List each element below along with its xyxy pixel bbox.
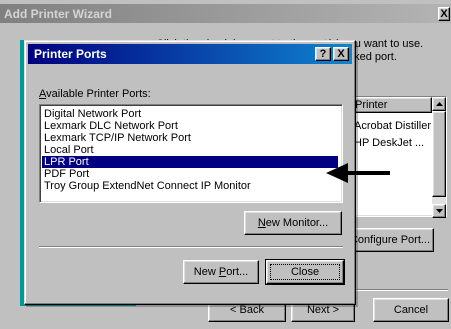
printer-ports-dialog: Printer Ports ? X Available Printer Port… — [24, 40, 356, 305]
question-mark-icon: ? — [319, 48, 327, 60]
cancel-button[interactable]: Cancel — [373, 298, 449, 322]
printer-row[interactable]: HP DeskJet ... — [354, 136, 424, 150]
port-list-item[interactable]: Lexmark DLC Network Port — [42, 120, 338, 132]
help-button[interactable]: ? — [315, 47, 331, 61]
wizard-port-list[interactable]: Printer Acrobat Distiller HP DeskJet ... — [345, 96, 447, 218]
close-button[interactable]: Close — [265, 259, 345, 285]
annotation-arrow-icon — [326, 163, 390, 183]
ports-dialog-title-bar: Printer Ports ? X — [28, 44, 352, 64]
close-icon: X — [337, 48, 345, 60]
configure-port-button[interactable]: Configure Port... — [346, 228, 434, 252]
port-list-item[interactable]: Troy Group ExtendNet Connect IP Monitor — [42, 180, 338, 192]
port-list-item-selected[interactable]: LPR Port — [42, 156, 338, 168]
wizard-title-bar: Add Printer Wizard X — [0, 4, 451, 23]
dialog-divider — [39, 246, 343, 248]
ports-dialog-close-button[interactable]: X — [333, 47, 349, 61]
scroll-thumb[interactable] — [432, 111, 446, 197]
printer-row[interactable]: Acrobat Distiller — [354, 119, 431, 133]
port-list-item[interactable]: PDF Port — [42, 168, 338, 180]
available-ports-label: Available Printer Ports: — [39, 88, 151, 100]
port-list-column-header[interactable]: Printer — [346, 97, 432, 113]
port-list-item[interactable]: Local Port — [42, 144, 338, 156]
scroll-up-button[interactable] — [432, 97, 446, 111]
new-port-button[interactable]: New Port... — [183, 260, 259, 284]
port-list-item[interactable]: Lexmark TCP/IP Network Port — [42, 132, 338, 144]
focus-indicator — [270, 264, 340, 280]
wizard-close-button[interactable]: X — [438, 7, 450, 21]
port-list-scrollbar[interactable] — [432, 97, 446, 218]
ports-dialog-title: Printer Ports — [34, 47, 107, 61]
scroll-down-arrow-icon — [435, 209, 443, 213]
available-ports-listbox[interactable]: Digital Network Port Lexmark DLC Network… — [39, 104, 343, 203]
scroll-up-arrow-icon — [435, 102, 443, 106]
scroll-down-button[interactable] — [432, 204, 446, 218]
close-icon: X — [440, 8, 448, 20]
port-list-item[interactable]: Digital Network Port — [42, 108, 338, 120]
new-monitor-button[interactable]: New Monitor... — [244, 211, 342, 235]
wizard-title: Add Printer Wizard — [4, 6, 112, 21]
